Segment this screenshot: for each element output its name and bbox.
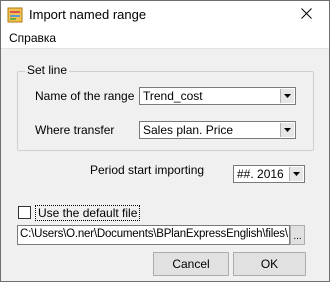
menu-item-help[interactable]: Справка: [9, 31, 56, 45]
where-transfer-combo[interactable]: Sales plan. Price: [139, 121, 296, 139]
file-path-field[interactable]: C:\Users\O.ner\Documents\BPlanExpressEng…: [17, 225, 290, 245]
chevron-down-icon[interactable]: [280, 89, 294, 103]
window-title: Import named range: [29, 7, 147, 22]
ok-button[interactable]: OK: [233, 252, 306, 276]
menu-separator: [1, 48, 329, 49]
cancel-button[interactable]: Cancel: [153, 252, 229, 276]
menu-bar: Справка: [1, 29, 329, 48]
chevron-down-icon[interactable]: [280, 123, 294, 137]
range-name-combo[interactable]: Trend_cost: [139, 87, 296, 105]
set-line-legend: Set line: [25, 63, 70, 77]
range-name-label: Name of the range: [35, 89, 135, 103]
default-file-label[interactable]: Use the default file: [35, 205, 141, 221]
close-icon: [300, 8, 312, 22]
period-start-combo[interactable]: ##. 2016: [233, 165, 305, 183]
period-start-label: Period start importing: [90, 163, 205, 177]
title-bar: Import named range: [1, 1, 329, 29]
file-path-value: C:\Users\O.ner\Documents\BPlanExpressEng…: [20, 228, 288, 240]
default-file-checkbox[interactable]: [18, 206, 31, 219]
chevron-down-icon[interactable]: [289, 167, 303, 181]
where-transfer-label: Where transfer: [35, 123, 115, 137]
import-range-icon: [7, 7, 23, 23]
period-start-value: ##. 2016: [237, 167, 284, 181]
close-button[interactable]: [283, 1, 329, 29]
import-named-range-dialog: Import named range Справка Set line Name…: [0, 0, 330, 282]
set-line-group: [17, 71, 314, 151]
browse-button[interactable]: ...: [290, 225, 305, 245]
where-transfer-value: Sales plan. Price: [143, 123, 234, 137]
range-name-value: Trend_cost: [143, 89, 203, 103]
